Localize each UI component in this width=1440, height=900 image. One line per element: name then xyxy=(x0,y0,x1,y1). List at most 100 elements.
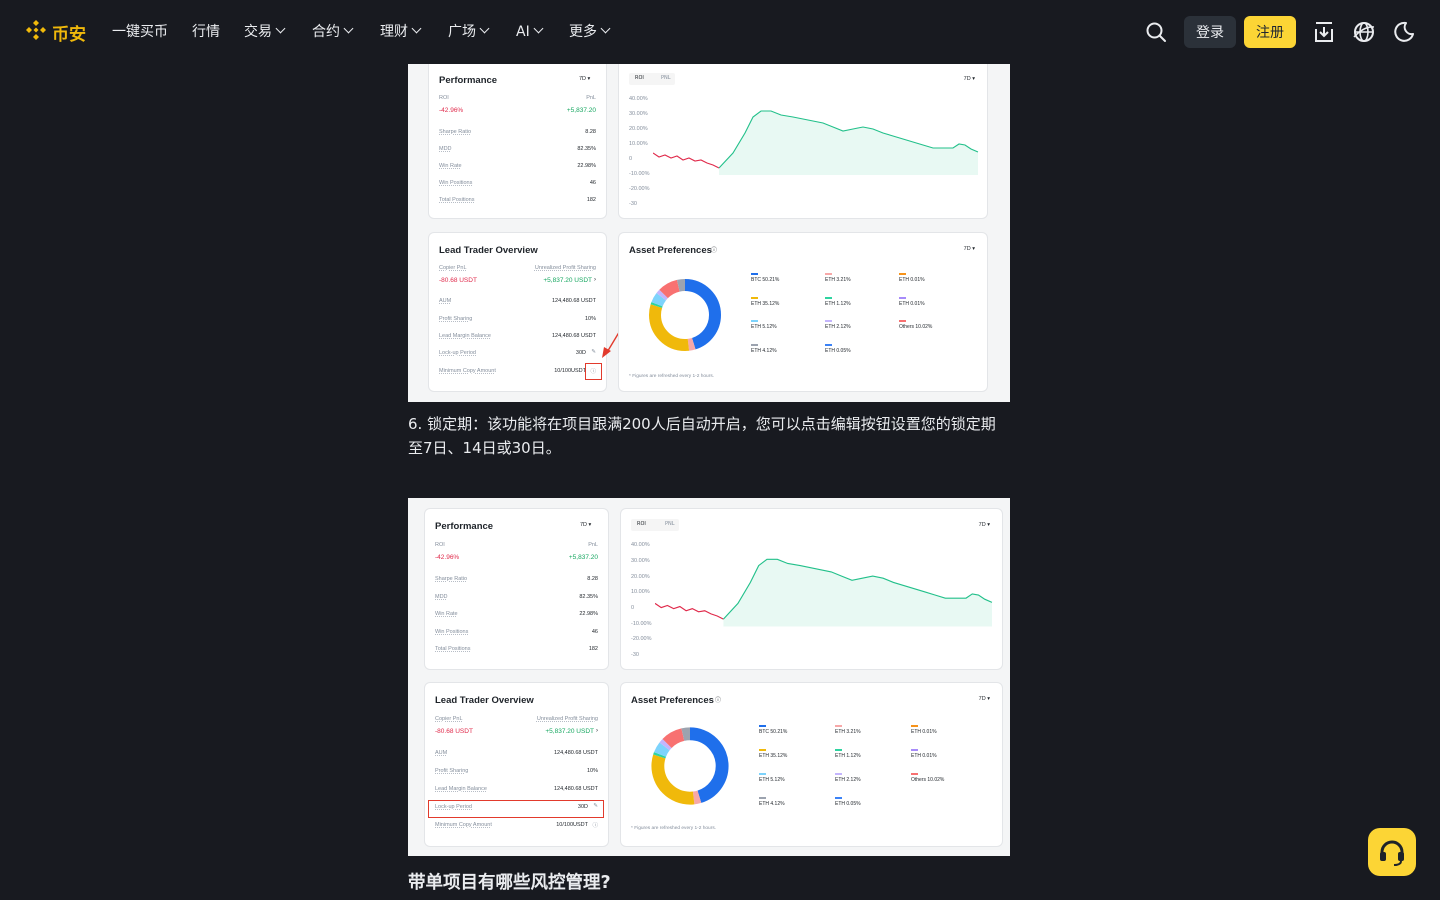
legend-item: ETH 35.12% xyxy=(751,296,779,307)
stat-label: Total Positions xyxy=(439,197,475,203)
legend-label: ETH 5.12% xyxy=(759,777,785,783)
y-tick: -20.00% xyxy=(631,636,652,642)
legend-swatch xyxy=(911,749,918,751)
nav-item-label: 广场 xyxy=(448,24,476,40)
legend-item: ETH 2.12% xyxy=(825,320,851,330)
legend-swatch xyxy=(825,343,832,346)
legend-item: ETH 0.05% xyxy=(835,797,861,807)
legend-item: ETH 4.12% xyxy=(759,797,785,807)
overview-row-value: 10% xyxy=(584,316,596,322)
y-tick: -30 xyxy=(631,652,639,658)
legend-item: ETH 2.12% xyxy=(835,773,861,783)
overview-row-label: Lead Margin Balance xyxy=(435,786,487,792)
legend-swatch xyxy=(825,273,832,275)
legend-item: ETH 3.21% xyxy=(825,273,851,283)
legend-item: Others 10.02% xyxy=(911,773,944,783)
stat-value: 8.28 xyxy=(585,129,596,135)
roi-value: -42.96% xyxy=(435,554,460,561)
legend-item: BTC 50.21% xyxy=(751,273,780,283)
y-tick: -30 xyxy=(629,201,637,207)
copier-pnl-label: Copier PnL xyxy=(435,716,463,722)
copier-pnl-value: -80.68 USDT xyxy=(435,728,473,735)
legend-item: ETH 0.05% xyxy=(825,343,851,354)
legend-swatch xyxy=(835,773,842,775)
overview-row-value: 10% xyxy=(586,768,598,774)
chevron-right-icon: › xyxy=(594,277,596,283)
stat-label: MDD xyxy=(439,146,452,152)
binance-logo-icon xyxy=(26,20,46,40)
login-button[interactable]: 登录 xyxy=(1184,16,1236,48)
stat-value: 182 xyxy=(586,197,596,203)
legend-item: ETH 4.12% xyxy=(751,343,777,354)
period-select[interactable]: 7D ▾ xyxy=(579,76,590,82)
legend-item: ETH 5.12% xyxy=(759,773,785,783)
period-select[interactable]: 7D ▾ xyxy=(580,522,591,528)
nav-item-label: 理财 xyxy=(380,24,408,40)
nav-item-square[interactable]: 广场 xyxy=(448,22,490,42)
overview-row-value: 10/100USDT xyxy=(556,822,588,828)
search-icon[interactable] xyxy=(1144,20,1168,44)
y-tick: 40.00% xyxy=(629,96,648,102)
chevron-right-icon: › xyxy=(596,728,598,734)
chevron-down-icon xyxy=(343,23,354,34)
legend-item: ETH 3.21% xyxy=(835,725,861,735)
highlight-box xyxy=(585,363,602,380)
stat-label: Win Positions xyxy=(435,629,469,635)
register-button[interactable]: 注册 xyxy=(1244,16,1296,48)
stat-label: Total Positions xyxy=(435,646,471,652)
legend-label: BTC 50.21% xyxy=(751,277,780,283)
legend-item: ETH 35.12% xyxy=(759,749,787,759)
lead-trader-overview-card: Lead Trader Overview Copier PnL Unrealiz… xyxy=(424,682,609,847)
unrealized-value[interactable]: +5,837.20 USDT xyxy=(543,277,592,284)
customer-support-button[interactable] xyxy=(1368,828,1416,876)
legend-label: ETH 2.12% xyxy=(835,777,861,783)
nav-item-more[interactable]: 更多 xyxy=(569,22,611,42)
overview-row-label: Minimum Copy Amount xyxy=(435,822,492,828)
y-tick: 0 xyxy=(631,605,635,611)
globe-icon[interactable] xyxy=(1352,20,1376,44)
legend-item: ETH 1.12% xyxy=(835,749,861,759)
assets-period-select[interactable]: 7D ▾ xyxy=(964,246,975,252)
nav-item-futures[interactable]: 合约 xyxy=(312,22,354,42)
chart-period-select[interactable]: 7D ▾ xyxy=(979,522,990,528)
legend-label: ETH 0.01% xyxy=(911,729,937,735)
pnl-label: PnL xyxy=(588,542,598,548)
tab-roi[interactable]: ROI xyxy=(635,75,644,81)
info-icon[interactable]: ⓘ xyxy=(592,821,598,829)
edit-icon[interactable]: ✎ xyxy=(591,349,596,355)
legend-label: ETH 0.05% xyxy=(835,801,861,807)
y-tick: 40.00% xyxy=(631,542,650,548)
nav-item-ai[interactable]: AI xyxy=(516,22,544,42)
chart-period-select[interactable]: 7D ▾ xyxy=(964,76,975,82)
nav-item-trade[interactable]: 交易 xyxy=(244,22,286,42)
legend-swatch xyxy=(899,320,906,322)
binance-logo[interactable]: 币安 xyxy=(24,18,90,46)
unrealized-label: Unrealized Profit Sharing xyxy=(536,716,598,722)
download-icon[interactable] xyxy=(1312,20,1336,44)
asset-preferences-card: Asset Preferences ⓘ 7D ▾ BTC 50.21% ETH 3… xyxy=(620,682,1003,847)
assets-title: Asset Preferences xyxy=(629,245,712,256)
moon-icon[interactable] xyxy=(1392,20,1416,44)
legend-swatch xyxy=(911,725,918,727)
legend-label: ETH 3.21% xyxy=(825,277,851,283)
unrealized-value[interactable]: +5,837.20 USDT xyxy=(545,728,594,735)
assets-period-select[interactable]: 7D ▾ xyxy=(979,696,990,702)
legend-swatch xyxy=(899,273,906,275)
legend-label: ETH 0.05% xyxy=(825,347,851,354)
tab-roi[interactable]: ROI xyxy=(637,521,646,527)
overview-row-label: Minimum Copy Amount xyxy=(439,368,496,374)
chevron-down-icon xyxy=(533,23,544,34)
tab-pnl[interactable]: PNL xyxy=(661,75,671,81)
legend-swatch xyxy=(751,320,758,322)
nav-item-buy-crypto[interactable]: 一键买币 xyxy=(112,22,168,42)
legend-item: ETH 0.01% xyxy=(911,725,937,735)
legend-swatch xyxy=(751,343,758,346)
asset-donut-chart xyxy=(649,279,721,351)
nav-item-markets[interactable]: 行情 xyxy=(192,22,220,42)
tab-pnl[interactable]: PNL xyxy=(665,521,675,527)
pnl-value: +5,837.20 xyxy=(568,554,598,561)
nav-item-earn[interactable]: 理财 xyxy=(380,22,422,42)
section-heading: 带单项目有哪些风控管理? xyxy=(408,873,611,893)
legend-swatch xyxy=(835,749,842,751)
logo-text: 币安 xyxy=(52,25,86,45)
